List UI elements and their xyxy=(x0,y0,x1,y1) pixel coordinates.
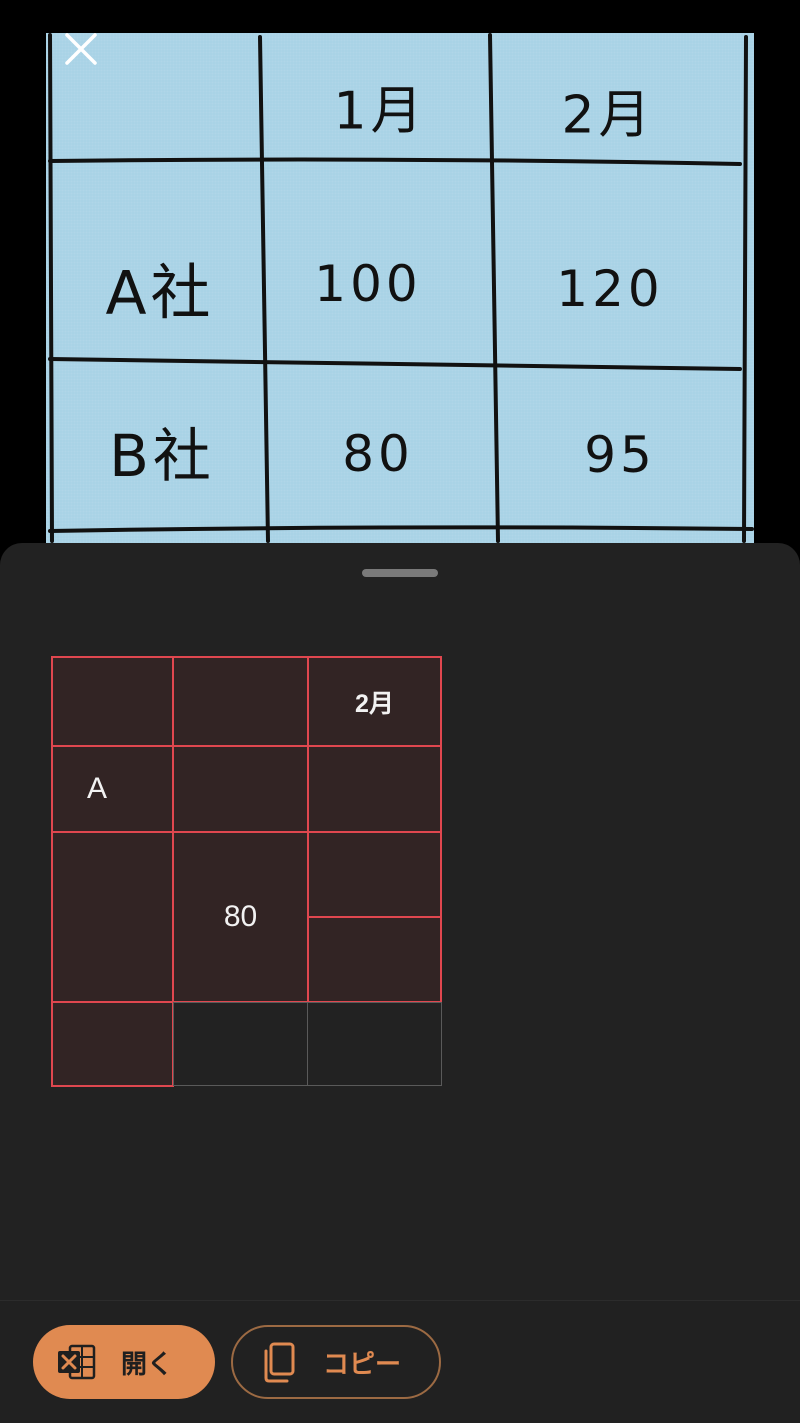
photo-a-feb: 120 xyxy=(556,260,664,318)
copy-button[interactable]: コピー xyxy=(231,1325,441,1399)
close-button[interactable] xyxy=(58,26,104,72)
open-button-label: 開く xyxy=(121,1349,174,1380)
photo-b-feb: 95 xyxy=(584,426,656,484)
open-button[interactable]: 開く xyxy=(33,1325,215,1399)
table-cell-feb-header[interactable]: 2月 xyxy=(307,656,442,747)
table-cell[interactable] xyxy=(172,745,309,833)
photo-b-jan: 80 xyxy=(342,425,414,483)
table-cell[interactable] xyxy=(172,656,309,747)
copy-icon xyxy=(264,1342,295,1383)
bottom-action-bar: 開く コピー xyxy=(0,1300,800,1423)
photo-header-jan: 1月 xyxy=(333,81,427,142)
table-cell-80[interactable]: 80 xyxy=(172,831,309,1003)
sheet-drag-handle[interactable] xyxy=(362,569,438,577)
result-sheet: 2月 A 80 xyxy=(0,543,800,1422)
table-cell-a[interactable]: A xyxy=(51,745,174,833)
photo-a-jan: 100 xyxy=(314,255,422,313)
captured-photo: 1月 2月 A社 100 120 B社 80 95 xyxy=(46,33,754,543)
photo-row-a-label: A社 xyxy=(105,258,215,329)
photo-row-b-label: B社 xyxy=(109,422,215,490)
excel-icon xyxy=(58,1344,96,1380)
photo-header-feb: 2月 xyxy=(561,85,655,146)
table-cell[interactable] xyxy=(307,745,442,833)
table-cell[interactable] xyxy=(307,1002,442,1086)
table-cell[interactable] xyxy=(307,916,442,1003)
table-cell[interactable] xyxy=(173,1002,308,1086)
table-cell[interactable] xyxy=(51,656,174,747)
table-cell[interactable] xyxy=(51,831,174,1003)
copy-button-label: コピー xyxy=(323,1349,402,1380)
close-icon xyxy=(65,33,97,65)
table-cell[interactable] xyxy=(51,1001,174,1087)
table-cell[interactable] xyxy=(307,831,442,918)
